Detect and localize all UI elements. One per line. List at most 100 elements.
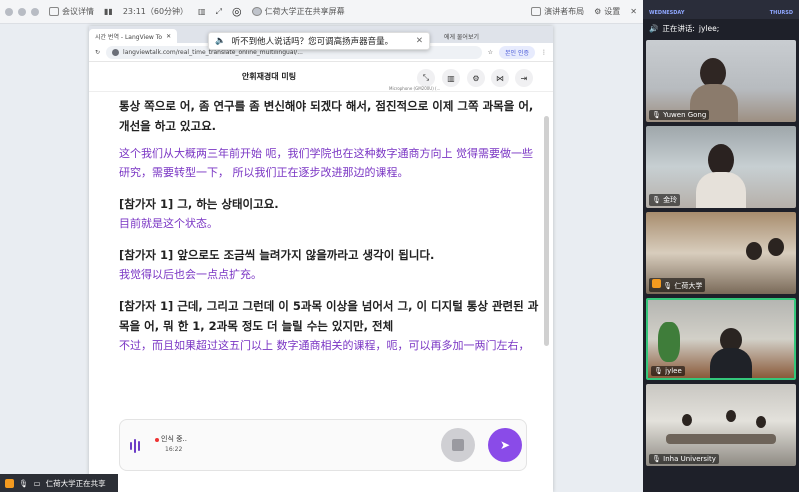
participant-label: 金玲 — [663, 196, 678, 204]
mic-label: Microphone (GM200U) (... — [389, 86, 441, 91]
meeting-detail-label: 会议详情 — [62, 7, 94, 16]
app-header: 안휘재경대 미팅 ⤡ ▥ ⚙ ⋈ ⇥ Microphone (GM200U) (… — [89, 62, 553, 92]
expand-icon[interactable]: ⤢ — [216, 7, 222, 17]
participant-head — [756, 416, 766, 428]
korean-text: [참가자 1] 앞으로도 조금씩 늘려가지 않을까라고 생각이 됩니다. — [119, 248, 435, 262]
exit-button[interactable]: ⇥ — [515, 69, 533, 87]
participant-body — [696, 172, 746, 208]
mic-icon: 🎙 — [663, 282, 673, 290]
browser-tab-2[interactable]: 에게 물어보기 — [440, 29, 483, 43]
send-button[interactable]: ➤ — [488, 428, 522, 462]
meeting-detail-button[interactable]: 会议详情 — [49, 6, 94, 17]
presenter-layout-label: 演讲者布局 — [544, 7, 585, 16]
sharing-title: 仁荷大学正在共享屏幕 — [264, 7, 345, 16]
share-icon: ⋈ — [496, 73, 504, 83]
meeting-toolbar: 会议详情 ▮▮ 23:11（60分钟） ▥ ⤢ ◎ 仁荷大学正在共享屏幕 演讲者… — [0, 0, 643, 24]
settings-button[interactable]: ⚙ 设置 — [594, 6, 620, 17]
fullscreen-button[interactable]: ⤡ — [417, 69, 435, 87]
chinese-translation: 我觉得以后也会一点点扩充。 — [119, 268, 262, 281]
korean-text: [참가자 1] 그, 하는 상태이고요. — [119, 197, 279, 211]
audio-icon: ▥ — [447, 73, 455, 83]
recording-status: 인식 중.. — [161, 435, 187, 443]
video-tile[interactable]: 🎙 金玲 — [646, 126, 796, 208]
mic-icon: 🎙 — [19, 478, 29, 488]
participant-label: Inha University — [663, 455, 716, 463]
layout-icon — [531, 7, 542, 16]
close-window-icon[interactable]: ✕ — [630, 7, 637, 16]
day-label: THURSD — [769, 10, 793, 16]
mic-icon: 🎙 — [652, 196, 661, 204]
chinese-translation: 这个我们从大概两三年前开始 呃，我们学院也在这种数字通商方向上 觉得需要做一些研… — [119, 147, 533, 179]
korean-text: [참가자 1] 근데, 그리고 그런데 이 5과목 이상을 넘어서 그, 이 디… — [119, 299, 539, 333]
video-tile[interactable]: 🎙 仁荷大学 — [646, 212, 796, 294]
share-status-bar: 🎙 ▭ 仁荷大学正在共享 — [0, 474, 118, 492]
info-icon — [49, 7, 59, 16]
hide-icon[interactable]: ◎ — [232, 5, 242, 18]
user-icon — [251, 7, 262, 16]
share-badge-label: 仁荷大学正在共享 — [45, 478, 106, 488]
chinese-translation: 不过，而且如果超过这五门以上 数字通商相关的课程，呃，可以再多加一两门左右， — [119, 339, 530, 352]
stop-icon — [452, 439, 464, 451]
korean-text: 통상 쪽으로 어, 좀 연구를 좀 변신해야 되겠다 해서, 점진적으로 이제 … — [119, 99, 534, 133]
settings-app-button[interactable]: ⚙ — [467, 69, 485, 87]
volume-notification: 🔈 听不到他人说话吗？您可调高扬声器音量。 ✕ — [208, 32, 430, 50]
window-dot-close[interactable] — [5, 7, 13, 16]
recording-indicator — [155, 438, 159, 442]
notification-close-icon[interactable]: ✕ — [416, 36, 423, 46]
participant-name: 🎙 jylee — [651, 366, 685, 376]
gear-icon: ⚙ — [594, 7, 602, 16]
meeting-time-label: 23:11（60分钟） — [122, 7, 189, 16]
participant-body — [710, 348, 752, 378]
video-tile[interactable]: 🎙 Inha University — [646, 384, 796, 466]
transcript-item: [참가자 1] 근데, 그리고 그런데 이 5과목 이상을 넘어서 그, 이 디… — [119, 296, 539, 355]
transcript-list: 통상 쪽으로 어, 좀 연구를 좀 변신해야 되겠다 해서, 점진적으로 이제 … — [119, 96, 539, 418]
stop-button[interactable] — [441, 428, 475, 462]
app-title: 안휘재경대 미팅 — [241, 72, 297, 81]
participant-label: Yuwen Gong — [663, 111, 707, 119]
window-dot-max[interactable] — [31, 7, 39, 16]
fullscreen-icon: ⤡ — [422, 73, 430, 82]
tab-title: 시간 번역 - LangView To — [95, 33, 163, 41]
gallery-header: WEDNESDAY THURSD — [643, 0, 799, 19]
day-label: WEDNESDAY — [649, 10, 685, 16]
browser-scrollbar[interactable] — [544, 116, 549, 346]
participant-label: jylee — [665, 367, 682, 375]
shared-screen: 会议详情 ▮▮ 23:11（60分钟） ▥ ⤢ ◎ 仁荷大学正在共享屏幕 演讲者… — [0, 0, 643, 492]
video-tile[interactable]: 🎙 Yuwen Gong — [646, 40, 796, 122]
tab-close-icon[interactable]: ✕ — [166, 33, 171, 40]
presenter-layout-button[interactable]: 演讲者布局 — [531, 6, 584, 17]
exit-icon: ⇥ — [520, 73, 528, 83]
cert-button[interactable]: 본인 인증 — [499, 45, 535, 59]
participant-label: 仁荷大学 — [674, 282, 703, 290]
sharing-status: 仁荷大学正在共享屏幕 — [251, 6, 345, 17]
site-icon — [112, 48, 120, 56]
transcript-item: [참가자 1] 앞으로도 조금씩 늘려가지 않을까라고 생각이 됩니다. 我觉得… — [119, 245, 539, 284]
more-icon[interactable]: ⋮ — [541, 49, 547, 56]
recording-time: 16:22 — [165, 446, 183, 453]
notification-text: 听不到他人说话吗？您可调高扬声器音量。 — [231, 37, 394, 47]
bookmark-star-icon[interactable]: ☆ — [488, 49, 493, 56]
participant-head — [768, 238, 784, 256]
speaker-icon: 🔈 — [215, 36, 226, 46]
screen-share-icon: ▭ — [33, 478, 41, 488]
video-gallery: WEDNESDAY THURSD 🔊 正在讲话: jylee; 🎙 Yuwen … — [643, 0, 799, 492]
conference-table — [666, 434, 776, 444]
mic-icon: 🎙 — [652, 455, 661, 463]
browser-tab-active[interactable]: 시간 번역 - LangView To ✕ — [89, 29, 178, 43]
participant-name: 🎙 Inha University — [649, 454, 719, 464]
share-button[interactable]: ⋈ — [491, 69, 509, 87]
signal-icon: ▮▮ — [104, 7, 113, 16]
refresh-icon[interactable]: ↻ — [95, 49, 100, 56]
person-icon — [652, 279, 661, 288]
chinese-translation: 目前就是这个状态。 — [119, 217, 218, 230]
video-tile-active[interactable]: 🎙 jylee — [646, 298, 796, 380]
mic-select-button[interactable]: ▥ — [442, 69, 460, 87]
tab2-title: 에게 물어보기 — [443, 33, 479, 41]
participant-name: 🎙 金玲 — [649, 194, 681, 206]
stats-icon[interactable]: ▥ — [198, 7, 206, 16]
mic-icon: 🎙 — [654, 367, 663, 375]
window-dot-min[interactable] — [18, 7, 26, 16]
meeting-timer: 23:11（60分钟） — [123, 6, 188, 17]
speaking-label: 正在讲话: — [662, 23, 695, 33]
plant-decor — [658, 322, 680, 362]
